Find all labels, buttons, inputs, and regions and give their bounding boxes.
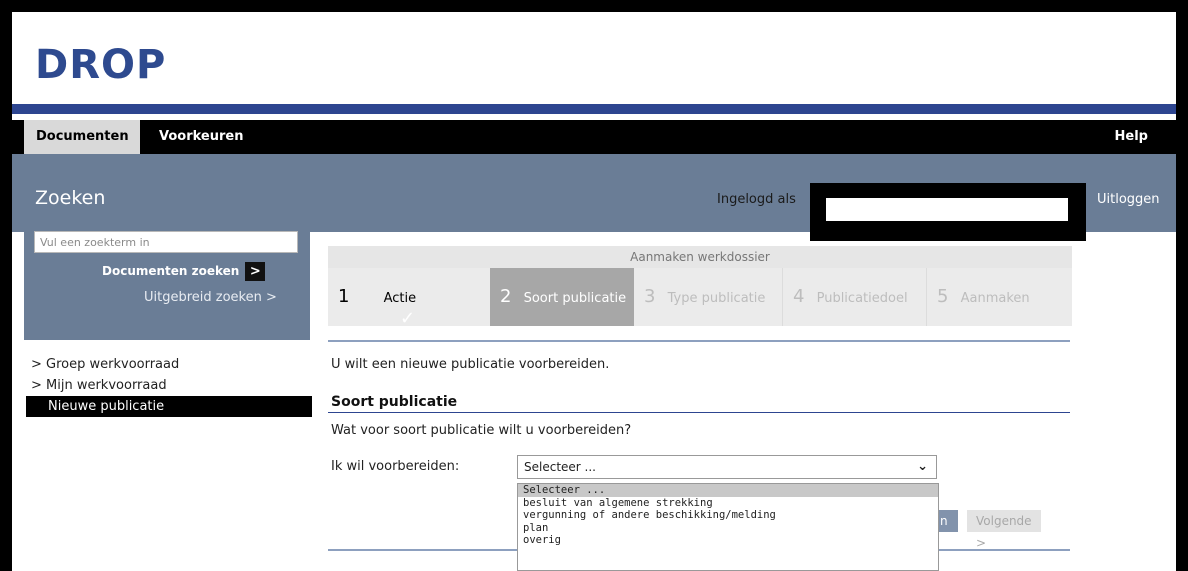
section-heading: Soort publicatie [331, 394, 458, 410]
wizard-title: Aanmaken werkdossier [328, 246, 1072, 268]
sidebar-nav: > Groep werkvoorraad > Mijn werkvoorraad… [26, 354, 312, 417]
documents-search-button[interactable]: Documenten zoeken > [102, 262, 266, 281]
help-link[interactable]: Help [1103, 120, 1160, 154]
sidebar-item-groep-werkvoorraad[interactable]: > Groep werkvoorraad [26, 354, 312, 375]
divider-top [328, 340, 1070, 342]
dropdown-option[interactable]: overig [518, 534, 938, 547]
wizard-step-1: 1 Actie ✓ [328, 268, 486, 329]
step-number: 5 [937, 286, 949, 307]
app-window: DROP Documenten Voorkeuren Help Zoeken I… [12, 12, 1176, 571]
search-input[interactable] [34, 231, 298, 253]
intro-text: U wilt een nieuwe publicatie voorbereide… [331, 357, 610, 372]
select-value: Selecteer ... [524, 460, 596, 474]
wizard-step-4: 4 Publicatiedoel [782, 268, 926, 326]
step-label: Soort publicatie [523, 291, 627, 306]
dropdown-option[interactable]: Selecteer ... [518, 484, 938, 497]
top-navigation: Documenten Voorkeuren Help [12, 120, 1176, 154]
select-dropdown-list: Selecteer ... besluit van algemene strek… [517, 483, 939, 571]
dropdown-option[interactable]: plan [518, 522, 938, 535]
publication-type-select[interactable]: Selecteer ... ⌄ [517, 455, 937, 479]
step-number: 1 [338, 286, 350, 307]
wizard-step-5: 5 Aanmaken [926, 268, 1072, 326]
step-label: Type publicatie [667, 291, 766, 306]
documents-search-label: Documenten zoeken [102, 264, 240, 278]
chevron-right-icon: > [245, 262, 266, 281]
wizard-step-2: 2 Soort publicatie [490, 268, 634, 326]
tab-voorkeuren[interactable]: Voorkeuren [147, 120, 255, 154]
step-number: 2 [500, 286, 512, 307]
prepare-field-label: Ik wil voorbereiden: [331, 459, 460, 474]
question-text: Wat voor soort publicatie wilt u voorber… [331, 423, 632, 438]
next-button[interactable]: Volgende > [967, 510, 1041, 550]
advanced-search-link[interactable]: Uitgebreid zoeken > [144, 290, 277, 305]
wizard-steps: 1 Actie ✓ 2 Soort publicatie 3 Type publ… [328, 268, 1072, 329]
step-label: Aanmaken [960, 291, 1030, 306]
logged-in-label: Ingelogd als [717, 192, 796, 207]
tab-documenten[interactable]: Documenten [24, 120, 140, 154]
sidebar-item-mijn-werkvoorraad[interactable]: > Mijn werkvoorraad [26, 375, 312, 396]
sidebar-item-nieuwe-publicatie[interactable]: Nieuwe publicatie [26, 396, 312, 417]
app-logo: DROP [35, 42, 167, 88]
step-number: 4 [793, 286, 805, 307]
chevron-down-icon: ⌄ [917, 459, 928, 474]
search-section-title: Zoeken [35, 187, 106, 209]
heading-underline [328, 412, 1070, 413]
brand-divider [12, 104, 1176, 114]
dropdown-option[interactable]: vergunning of andere beschikking/melding [518, 509, 938, 522]
logout-link[interactable]: Uitloggen [1097, 192, 1160, 207]
dropdown-option[interactable]: besluit van algemene strekking [518, 497, 938, 510]
redacted-username [826, 198, 1068, 221]
wizard-step-3: 3 Type publicatie [634, 268, 782, 326]
step-number: 3 [644, 286, 656, 307]
step-label: Publicatiedoel [816, 291, 908, 306]
